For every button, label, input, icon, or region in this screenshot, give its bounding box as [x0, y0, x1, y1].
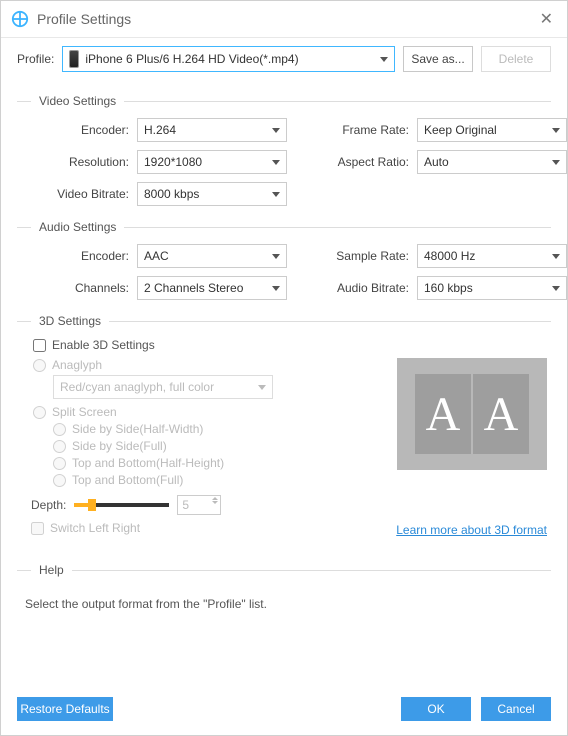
profile-select[interactable]: iPhone 6 Plus/6 H.264 HD Video(*.mp4)	[62, 46, 395, 72]
footer: Restore Defaults OK Cancel	[1, 687, 567, 735]
aspect-select[interactable]: Auto	[417, 150, 567, 174]
framerate-label: Frame Rate:	[327, 123, 417, 137]
3d-settings-heading: 3D Settings	[17, 314, 551, 328]
cancel-button[interactable]: Cancel	[481, 697, 551, 721]
video-settings-heading: Video Settings	[17, 94, 551, 108]
close-icon[interactable]: ✕	[536, 9, 557, 29]
depth-label: Depth:	[31, 498, 66, 512]
profile-label: Profile:	[17, 52, 54, 66]
3d-preview: A A	[397, 358, 547, 470]
profile-row: Profile: iPhone 6 Plus/6 H.264 HD Video(…	[1, 38, 567, 88]
chevron-down-icon	[552, 160, 560, 165]
chevron-up-icon	[212, 497, 218, 500]
chevron-down-icon	[272, 128, 280, 133]
chevron-down-icon	[552, 286, 560, 291]
audio-bitrate-label: Audio Bitrate:	[327, 281, 417, 295]
help-text: Select the output format from the "Profi…	[17, 587, 551, 621]
framerate-select[interactable]: Keep Original	[417, 118, 567, 142]
tb-full-radio: Top and Bottom(Full)	[53, 473, 551, 487]
chevron-down-icon	[552, 128, 560, 133]
video-bitrate-select[interactable]: 8000 kbps	[137, 182, 287, 206]
chevron-down-icon	[380, 57, 388, 62]
save-as-button[interactable]: Save as...	[403, 46, 473, 72]
video-grid: Encoder: H.264 Frame Rate: Keep Original…	[17, 118, 551, 206]
audio-grid: Encoder: AAC Sample Rate: 48000 Hz Chann…	[17, 244, 551, 300]
learn-more-link[interactable]: Learn more about 3D format	[396, 523, 547, 537]
window-title: Profile Settings	[37, 11, 536, 27]
preview-left: A	[415, 374, 471, 454]
chevron-down-icon	[272, 254, 280, 259]
preview-right: A	[473, 374, 529, 454]
audio-encoder-label: Encoder:	[27, 249, 137, 263]
chevron-down-icon	[272, 192, 280, 197]
chevron-down-icon	[272, 160, 280, 165]
chevron-down-icon	[258, 385, 266, 390]
samplerate-select[interactable]: 48000 Hz	[417, 244, 567, 268]
profile-settings-dialog: Profile Settings ✕ Profile: iPhone 6 Plu…	[0, 0, 568, 736]
resolution-label: Resolution:	[27, 155, 137, 169]
delete-button: Delete	[481, 46, 551, 72]
audio-encoder-select[interactable]: AAC	[137, 244, 287, 268]
video-encoder-label: Encoder:	[27, 123, 137, 137]
anaglyph-mode-select: Red/cyan anaglyph, full color	[53, 375, 273, 399]
aspect-label: Aspect Ratio:	[327, 155, 417, 169]
depth-slider[interactable]	[74, 503, 169, 507]
channels-select[interactable]: 2 Channels Stereo	[137, 276, 287, 300]
ok-button[interactable]: OK	[401, 697, 471, 721]
dialog-body: Video Settings Encoder: H.264 Frame Rate…	[1, 88, 567, 687]
channels-label: Channels:	[27, 281, 137, 295]
device-icon	[69, 50, 79, 68]
samplerate-label: Sample Rate:	[327, 249, 417, 263]
audio-bitrate-select[interactable]: 160 kbps	[417, 276, 567, 300]
enable-3d-checkbox[interactable]: Enable 3D Settings	[33, 338, 551, 352]
profile-select-text: iPhone 6 Plus/6 H.264 HD Video(*.mp4)	[85, 52, 380, 66]
resolution-select[interactable]: 1920*1080	[137, 150, 287, 174]
3d-settings-body: Enable 3D Settings Anaglyph Red/cyan ana…	[17, 338, 551, 535]
chevron-down-icon	[272, 286, 280, 291]
help-heading: Help	[17, 563, 551, 577]
depth-row: Depth: 5	[31, 495, 551, 515]
slider-thumb-icon[interactable]	[88, 499, 96, 511]
video-bitrate-label: Video Bitrate:	[27, 187, 137, 201]
depth-stepper: 5	[177, 495, 221, 515]
video-encoder-select[interactable]: H.264	[137, 118, 287, 142]
chevron-down-icon	[552, 254, 560, 259]
restore-defaults-button[interactable]: Restore Defaults	[17, 697, 113, 721]
enable-3d-input[interactable]	[33, 339, 46, 352]
audio-settings-heading: Audio Settings	[17, 220, 551, 234]
chevron-down-icon	[212, 501, 218, 504]
app-logo-icon	[11, 10, 29, 28]
titlebar: Profile Settings ✕	[1, 1, 567, 38]
